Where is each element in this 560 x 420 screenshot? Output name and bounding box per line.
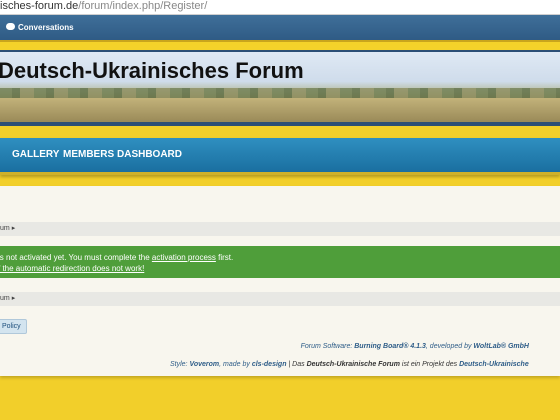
header-banner-image[interactable]: Deutsch-Ukrainisches Forum [0,50,560,126]
woltlab-link[interactable]: WoltLab® GmbH [473,343,529,350]
footer-developed-by: , developed by [425,343,474,350]
project-owner-link[interactable]: Deutsch-Ukrainische [459,361,529,368]
nav-tab-gallery[interactable]: GALLERY [12,138,59,172]
browser-url-bar[interactable]: isches-forum.de/forum/index.php/Register… [0,0,560,15]
nav-tab-members[interactable]: MEMBERS [63,138,114,172]
breadcrumb-link[interactable]: um [0,295,10,302]
footer-software-prefix: Forum Software: [300,343,355,350]
nav-tab-dashboard[interactable]: DASHBOARD [117,138,182,172]
redirect-link[interactable]: f the automatic redirection does not wor… [0,264,144,273]
privacy-policy-button[interactable]: Policy [0,319,27,334]
breadcrumb-link[interactable]: um [0,225,10,232]
url-host: isches-forum.de [0,0,79,12]
breadcrumb-bottom[interactable]: um ▸ [0,292,560,306]
main-content: um ▸ is not activated yet. You must comp… [0,186,560,376]
field [0,98,560,122]
breadcrumb-arrow-icon: ▸ [11,295,16,302]
alert-line-2: f the automatic redirection does not wor… [0,264,144,273]
breadcrumb-top[interactable]: um ▸ [0,222,560,236]
activation-process-link[interactable]: activation process [152,253,216,262]
conversations-label: Conversations [18,23,74,32]
url-path: /forum/index.php/Register/ [78,0,208,12]
alert-text-prefix: is not activated yet. You must complete … [0,253,152,262]
footer-style-prefix: Style: [170,361,190,368]
project-name: Deutsch-Ukrainische Forum [306,361,400,368]
alert-text-suffix: first. [215,253,234,262]
main-navigation: GALLERY MEMBERS DASHBOARD [0,138,560,175]
user-panel: Conversations [0,15,560,42]
burning-board-link[interactable]: Burning Board® 4.1.3 [354,343,426,350]
footer-software-line: Forum Software: Burning Board® 4.1.3, de… [301,343,529,350]
footer-project-mid: ist ein Projekt des [399,361,460,368]
breadcrumb-arrow-icon: ▸ [11,225,16,232]
site-title: Deutsch-Ukrainisches Forum [0,58,304,83]
header: Deutsch-Ukrainisches Forum [0,42,560,126]
footer-separator: | Das [286,361,307,368]
conversations-link[interactable]: Conversations [6,15,74,40]
footer-style-line: Style: Voverom, made by cls-design | Das… [170,361,529,368]
alert-line-1: is not activated yet. You must complete … [0,253,233,262]
speech-bubbles-icon [6,23,15,31]
style-author-link[interactable]: cls-design [252,361,287,368]
success-alert: is not activated yet. You must complete … [0,246,560,278]
footer-made-by: , made by [219,361,252,368]
style-name-link[interactable]: Voverom [189,361,219,368]
tree-line [0,88,560,98]
